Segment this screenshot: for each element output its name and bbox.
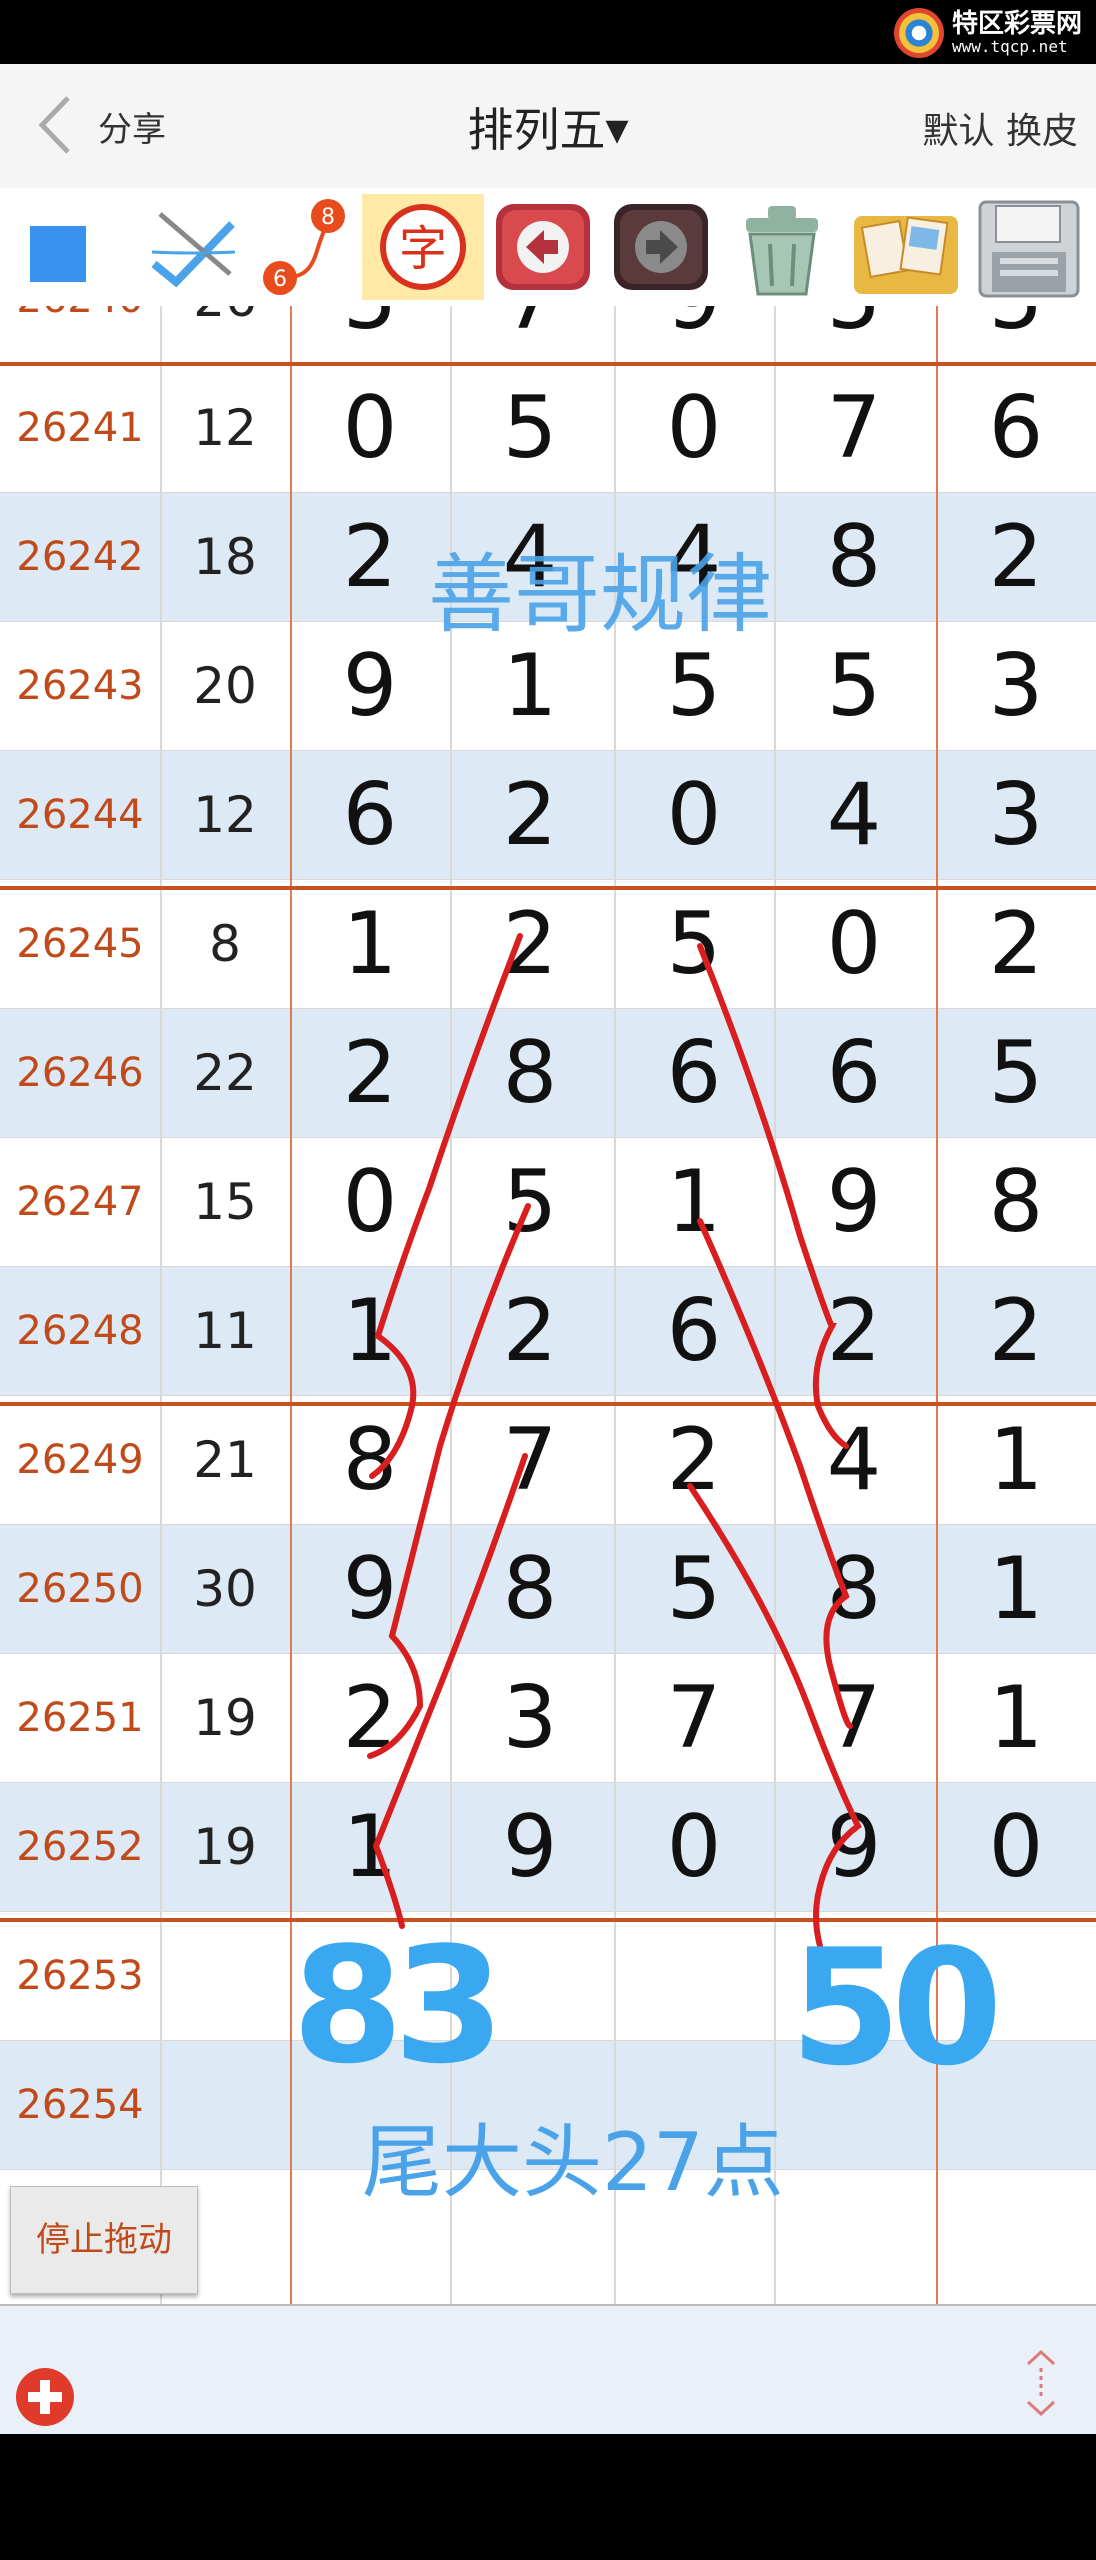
app-header: 分享 排列五▼ 默认 换皮 [0, 64, 1096, 188]
site-name: 特区彩票网 [951, 9, 1082, 39]
page-title-text: 排列五 [467, 103, 606, 157]
overlay-caption: 尾大头27点 [362, 2116, 784, 2209]
photo-album-icon[interactable] [846, 194, 966, 300]
line-badge-bottom: 6 [273, 267, 287, 292]
text-zi-icon: 字 [380, 204, 466, 290]
line-6-8-icon[interactable]: 8 6 [256, 194, 356, 300]
save-floppy-icon[interactable] [970, 194, 1088, 300]
text-tool-glyph: 字 [399, 221, 447, 277]
stop-drag-button[interactable]: 停止拖动 [10, 2186, 198, 2294]
line-badge-top: 8 [321, 205, 335, 230]
add-plus-icon[interactable] [14, 2366, 76, 2428]
drawing-toolbar: 8 6 字 [0, 188, 1096, 306]
site-watermark: 特区彩票网 www.tqcp.net [893, 6, 1082, 60]
undo-arrow-icon[interactable] [490, 194, 596, 300]
overlay-predict-right: 50 [790, 1914, 1003, 2101]
overlay-predict-left: 83 [292, 1912, 505, 2099]
nav-bar-area [0, 2434, 1096, 2560]
lottery-grid[interactable]: 26240 26 5 7 9 5 5 262411205076262421824… [0, 306, 1096, 2304]
dropdown-caret-icon: ▼ [605, 113, 629, 148]
site-url: www.tqcp.net [951, 37, 1068, 56]
skin-links[interactable]: 默认 换皮 [923, 102, 1078, 154]
trash-icon[interactable] [724, 194, 840, 300]
pen-check-icon[interactable] [140, 194, 250, 300]
color-square-icon[interactable] [14, 194, 104, 300]
redo-arrow-icon[interactable] [608, 194, 714, 300]
scroll-arrows-icon[interactable] [1016, 2346, 1066, 2420]
site-logo-icon [893, 8, 944, 58]
text-tool[interactable]: 字 [362, 194, 484, 300]
bottom-bar [0, 2304, 1096, 2436]
